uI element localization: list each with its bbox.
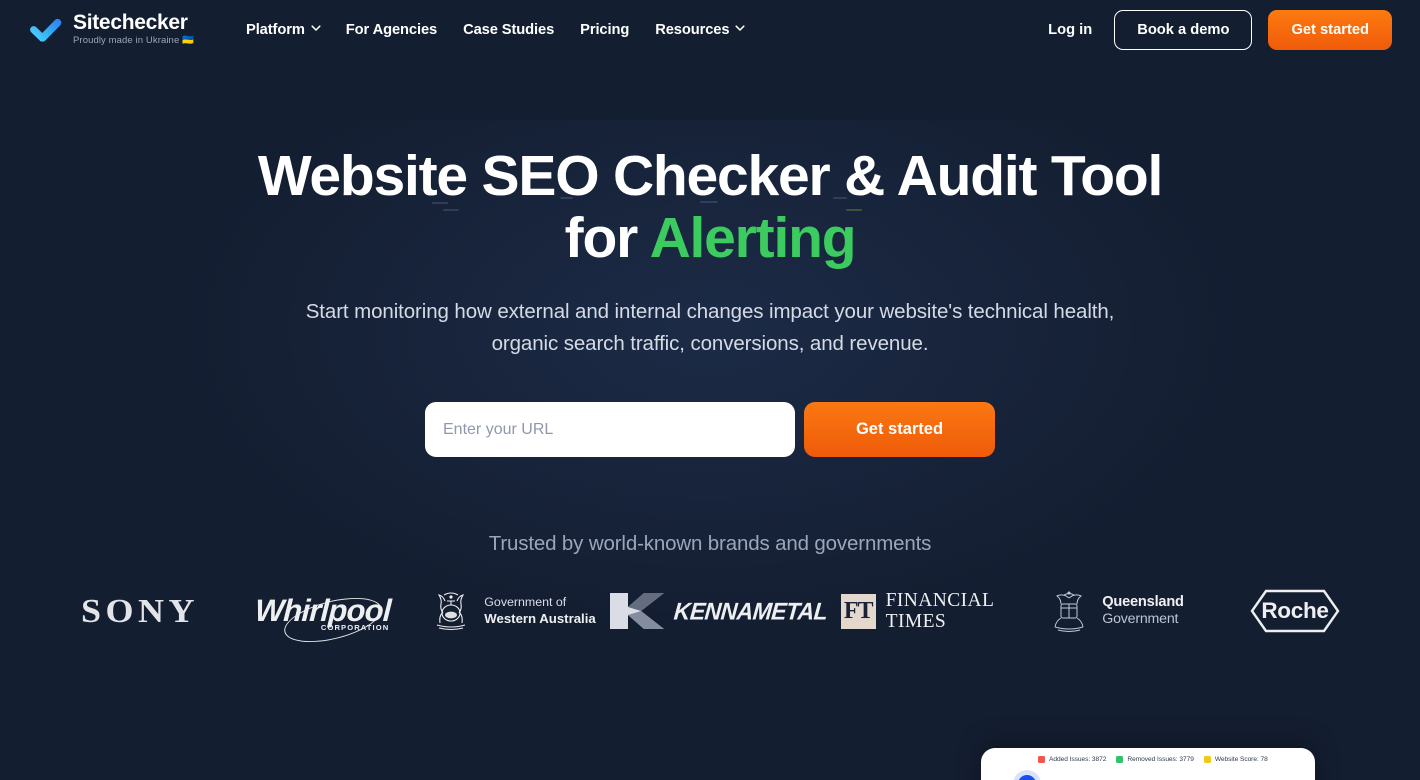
book-a-demo-button[interactable]: Book a demo: [1114, 9, 1253, 50]
logo-whirlpool: Whirlpool CORPORATION: [235, 583, 410, 651]
chevron-down-icon: [735, 23, 746, 32]
legend-item-added-issues: Added Issues: 3872: [1038, 756, 1106, 763]
get-started-header-button[interactable]: Get started: [1268, 9, 1392, 50]
logo-sony: SONY: [45, 583, 235, 639]
trusted-by-heading: Trusted by world-known brands and govern…: [488, 532, 932, 556]
kennametal-wordmark: KENNAMETAL: [672, 597, 829, 625]
logo-kennametal: KENNAMETAL: [609, 583, 828, 639]
qld-lockup: Queensland Government: [1046, 589, 1184, 633]
logo-government-of-western-australia: Government of Western Australia: [410, 583, 615, 639]
queensland-crest-icon: [1054, 591, 1084, 633]
kennametal-mark-icon: [609, 593, 664, 630]
page-root: Sitechecker Proudly made in Ukraine 🇺🇦 P…: [0, 0, 1420, 651]
sony-wordmark: SONY: [80, 592, 200, 630]
nav-item-case-studies[interactable]: Case Studies: [463, 22, 554, 38]
site-header: Sitechecker Proudly made in Ukraine 🇺🇦 P…: [0, 0, 1420, 59]
nav-item-pricing[interactable]: Pricing: [580, 22, 629, 38]
whirlpool-subtext: CORPORATION: [320, 623, 390, 633]
nav-item-for-agencies[interactable]: For Agencies: [346, 22, 437, 38]
decorative-dash: [432, 202, 448, 204]
title-line-1: Website SEO Checker & Audit Tool: [257, 144, 1164, 208]
login-link[interactable]: Log in: [1042, 18, 1098, 42]
hero-subtitle: Start monitoring how external and intern…: [305, 300, 1115, 356]
gwa-lockup: Government of Western Australia: [429, 588, 596, 634]
title-line-2-prefix: for: [564, 206, 650, 271]
legend-label: Removed Issues: 3779: [1127, 756, 1194, 763]
qld-line-2: Government: [1102, 611, 1179, 628]
chart-legend: Added Issues: 3872 Removed Issues: 3779 …: [981, 748, 1315, 763]
legend-label: Website Score: 78: [1214, 756, 1268, 763]
nav-item-platform[interactable]: Platform: [246, 21, 321, 38]
nav-label: Resources: [655, 21, 730, 38]
double-check-icon: [30, 18, 62, 42]
ft-line-1: FINANCIAL: [885, 590, 995, 612]
legend-label: Added Issues: 3872: [1049, 756, 1107, 763]
nav-label: Platform: [246, 21, 305, 38]
brand-logo[interactable]: Sitechecker Proudly made in Ukraine 🇺🇦: [28, 12, 194, 46]
decorative-dash: [560, 197, 573, 199]
dashboard-preview-widget[interactable]: Added Issues: 3872 Removed Issues: 3779 …: [981, 748, 1315, 780]
search-input[interactable]: [425, 402, 795, 458]
header-actions: Log in Book a demo Get started: [1042, 9, 1392, 50]
legend-swatch-green-icon: [1116, 756, 1124, 763]
gwa-line-1: Government of: [484, 594, 567, 609]
gwa-line-2: Western Australia: [484, 610, 596, 626]
nav-label: For Agencies: [345, 21, 438, 38]
legend-swatch-red-icon: [1038, 756, 1045, 763]
chart-data-point-core: [1018, 775, 1036, 780]
main-navigation: Platform For Agencies Case Studies Prici…: [246, 21, 746, 38]
legend-swatch-yellow-icon: [1203, 756, 1211, 763]
ft-badge: FT: [840, 593, 876, 629]
decorative-dash: [443, 209, 459, 211]
whirlpool-lockup: Whirlpool CORPORATION: [254, 589, 391, 651]
chart-data-point-marker: [1013, 770, 1041, 780]
get-started-submit-button[interactable]: Get started: [804, 402, 995, 458]
logo-roche: Roche: [1215, 583, 1375, 639]
trusted-by-section: Trusted by world-known brands and govern…: [0, 532, 1420, 651]
decorative-dash: [833, 197, 847, 199]
kennametal-lockup: KENNAMETAL: [608, 591, 829, 631]
qld-line-1: Queensland: [1102, 593, 1184, 610]
chevron-down-icon: [311, 23, 321, 32]
ft-lockup: FT FINANCIAL TIMES: [840, 590, 995, 633]
ft-line-2: TIMES: [885, 611, 947, 633]
nav-label: Pricing: [580, 21, 630, 38]
nav-label: Case Studies: [463, 21, 555, 38]
wa-crest-icon: [437, 592, 466, 631]
decorative-dash: [846, 209, 862, 211]
brand-logos-row: SONY Whirlpool CORPORATION Government of…: [0, 583, 1420, 651]
brand-tagline: Proudly made in Ukraine 🇺🇦: [73, 35, 194, 47]
logo-financial-times: FT FINANCIAL TIMES: [820, 583, 1015, 639]
page-title: Website SEO Checker & Audit Tool for Ale…: [0, 145, 1420, 269]
roche-wordmark: Roche: [1261, 598, 1329, 624]
logo-queensland-government: Queensland Government: [1015, 583, 1215, 639]
legend-item-website-score: Website Score: 78: [1203, 756, 1268, 763]
url-audit-form: Get started: [425, 402, 995, 458]
hero-section: Website SEO Checker & Audit Tool for Ale…: [0, 59, 1420, 458]
title-line-2-accent: Alerting: [649, 206, 857, 271]
legend-item-removed-issues: Removed Issues: 3779: [1116, 756, 1194, 763]
brand-name: Sitechecker: [73, 11, 188, 35]
roche-lockup: Roche: [1250, 589, 1340, 633]
nav-item-resources[interactable]: Resources: [655, 21, 746, 38]
decorative-dash: [700, 201, 718, 203]
